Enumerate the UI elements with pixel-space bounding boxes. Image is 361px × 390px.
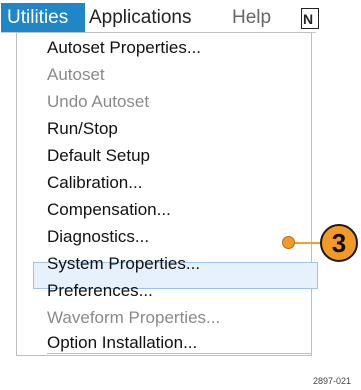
menu-item-default-setup[interactable]: Default Setup: [47, 146, 150, 166]
utilities-dropdown-menu: Autoset Properties... Autoset Undo Autos…: [16, 32, 318, 356]
menu-item-calibration[interactable]: Calibration...: [47, 173, 142, 193]
figure-code: 2897-021: [313, 376, 352, 386]
menu-bar: Utilities Applications Help N: [1, 3, 319, 33]
menu-item-run-stop[interactable]: Run/Stop: [47, 119, 118, 139]
menu-item-system-properties[interactable]: System Properties...: [47, 254, 200, 274]
menu-utilities[interactable]: Utilities: [1, 3, 85, 32]
menu-partial-item[interactable]: N: [301, 8, 319, 29]
menu-item-compensation[interactable]: Compensation...: [47, 200, 171, 220]
menu-item-undo-autoset[interactable]: Undo Autoset: [47, 92, 149, 112]
menu-item-option-installation[interactable]: Option Installation...: [47, 333, 197, 353]
menu-item-autoset-properties[interactable]: Autoset Properties...: [47, 38, 201, 58]
menu-item-diagnostics[interactable]: Diagnostics...: [47, 227, 149, 247]
menu-applications[interactable]: Applications: [89, 3, 191, 32]
menu-item-preferences[interactable]: Preferences...: [47, 281, 153, 301]
menu-help[interactable]: Help: [232, 3, 271, 32]
menu-separator: [47, 353, 312, 354]
menu-item-waveform-properties[interactable]: Waveform Properties...: [47, 308, 220, 328]
callout-number-badge: 3: [320, 224, 358, 262]
menu-item-autoset[interactable]: Autoset: [47, 65, 105, 85]
callout-dot: [282, 236, 295, 249]
